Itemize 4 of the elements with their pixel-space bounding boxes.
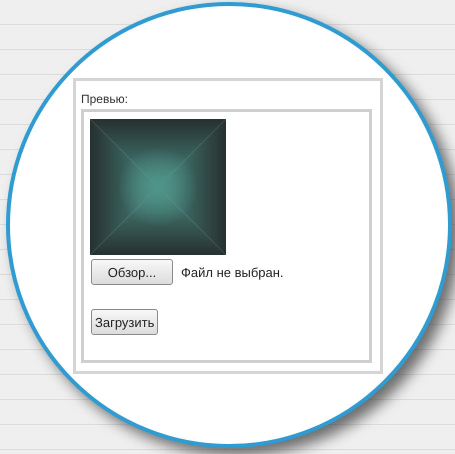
browse-button[interactable]: Обзор... bbox=[91, 259, 173, 285]
upload-button[interactable]: Загрузить bbox=[91, 309, 158, 335]
file-status-text: Файл не выбран. bbox=[181, 264, 284, 280]
preview-label: Превью: bbox=[81, 92, 129, 106]
